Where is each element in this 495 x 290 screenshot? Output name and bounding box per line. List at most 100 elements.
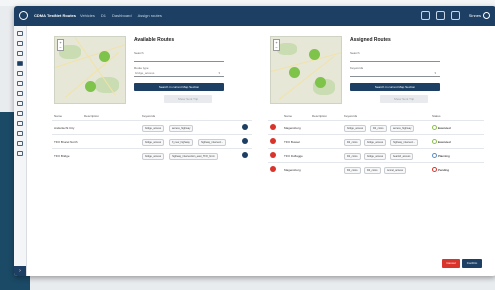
app-window: CDMA TestNet Routes Vehicles D1 Dashboar… xyxy=(14,6,495,276)
table-divider xyxy=(268,148,484,149)
status-icon xyxy=(432,139,437,144)
logo-icon[interactable] xyxy=(19,11,28,20)
sidebar-item-settings[interactable] xyxy=(17,91,23,96)
map-cluster-marker[interactable] xyxy=(309,49,320,60)
keyword-chip: bridge_access xyxy=(344,125,367,132)
status-text: Executed xyxy=(438,125,451,130)
chevron-down-icon: ▾ xyxy=(218,71,220,75)
sidebar-item-home[interactable] xyxy=(17,31,23,36)
remove-route-button[interactable] xyxy=(270,152,276,158)
table-divider xyxy=(268,134,484,135)
available-search-map-button[interactable]: Search in current Map Section xyxy=(134,83,224,91)
available-col-description: Description xyxy=(84,114,100,118)
assigned-search-map-button[interactable]: Search in current Map Section xyxy=(350,83,440,91)
bell-icon[interactable] xyxy=(451,11,460,20)
row-name: TFO Duflagge xyxy=(284,154,303,158)
status-badge: Planning xyxy=(432,153,450,158)
available-filter-select[interactable]: bridge_access ▾ xyxy=(134,69,224,77)
sidebar-item-tasks[interactable] xyxy=(17,131,23,136)
keyword-chip: D2_cross xyxy=(344,139,361,146)
remove-route-button[interactable] xyxy=(270,124,276,130)
keyword-chip: bridge_access xyxy=(364,153,387,160)
keyword-chip: bridge_access xyxy=(364,139,387,146)
settings-icon[interactable] xyxy=(421,11,430,20)
breadcrumb-item[interactable]: Vehicles xyxy=(80,13,95,18)
table-divider xyxy=(52,134,252,135)
sidebar-expand-button[interactable]: › xyxy=(14,266,26,276)
map-zoom-control[interactable]: + − xyxy=(57,39,64,51)
available-show-all-button[interactable]: Show Sent Trip xyxy=(164,95,212,103)
breadcrumb-item[interactable]: D1 xyxy=(101,13,106,18)
sidebar-item-data[interactable] xyxy=(17,141,23,146)
row-name: Magensburg xyxy=(284,168,301,172)
status-text: Planning xyxy=(438,153,450,158)
sidebar-item-reports[interactable] xyxy=(17,81,23,86)
row-name: Magensburg xyxy=(284,126,301,130)
add-route-button[interactable] xyxy=(242,152,248,158)
status-icon xyxy=(432,153,437,158)
available-routes-map[interactable]: + − xyxy=(54,36,126,104)
assigned-col-name: Name xyxy=(284,114,293,118)
keyword-chip: access_highway xyxy=(169,125,194,132)
table-divider xyxy=(52,148,252,149)
keyword-chip: D2_cross xyxy=(370,125,387,132)
keyword-chip: bridge_access xyxy=(142,125,165,132)
keyword-chip: access_highway xyxy=(390,125,415,132)
map-cluster-marker[interactable] xyxy=(315,77,326,88)
assigned-show-all-button[interactable]: Show Sent Trip xyxy=(380,95,428,103)
sidebar-item-help[interactable] xyxy=(17,151,23,156)
assigned-routes-map[interactable]: + − xyxy=(270,36,342,104)
map-cluster-marker[interactable] xyxy=(289,67,300,78)
map-zoom-control[interactable]: + − xyxy=(273,39,280,51)
keyword-chip: highway_intersect... xyxy=(198,139,227,146)
breadcrumb-item[interactable]: Dashboard xyxy=(112,13,132,18)
map-cluster-marker[interactable] xyxy=(99,51,110,62)
keyword-chip: D2_cross xyxy=(344,167,361,174)
keyword-chip: bearish_access xyxy=(390,153,414,160)
status-icon xyxy=(432,167,437,172)
sidebar-item-logs[interactable] xyxy=(17,111,23,116)
remove-route-button[interactable] xyxy=(270,166,276,172)
add-route-button[interactable] xyxy=(242,138,248,144)
sidebar-item-vehicles[interactable] xyxy=(17,41,23,46)
row-name: TFO Bussel xyxy=(284,140,300,144)
add-route-button[interactable] xyxy=(242,124,248,130)
sidebar-item-assign[interactable] xyxy=(17,61,23,66)
keyword-chip: highway_intersection_east_TFO_hmm xyxy=(169,153,218,160)
assigned-col-keywords: Keywords xyxy=(344,114,358,118)
status-badge: Executed xyxy=(432,125,451,130)
sidebar-item-users[interactable] xyxy=(17,101,23,106)
keyword-chip: fl_new_highway xyxy=(169,139,193,146)
keyword-chip: D2_cross xyxy=(364,167,381,174)
keyword-chip: D2_cross xyxy=(344,153,361,160)
top-bar: CDMA TestNet Routes Vehicles D1 Dashboar… xyxy=(14,6,495,26)
available-search-input[interactable] xyxy=(134,54,224,62)
table-divider xyxy=(52,120,252,121)
map-forest xyxy=(277,43,297,55)
keyword-chip: bridge_access xyxy=(142,153,165,160)
sidebar-item-routes[interactable] xyxy=(17,51,23,56)
assigned-search-input[interactable] xyxy=(350,54,440,62)
cancel-button[interactable]: Cancel xyxy=(442,259,460,268)
available-col-name: Name xyxy=(54,114,63,118)
table-divider xyxy=(268,120,484,121)
status-badge: Executed xyxy=(432,139,451,144)
assigned-col-description: Description xyxy=(312,114,328,118)
keyword-chip: tunnel_access xyxy=(384,167,406,174)
assigned-filter-select[interactable]: ▾ xyxy=(350,69,440,77)
status-icon xyxy=(432,125,437,130)
sidebar: › xyxy=(14,26,27,276)
assigned-routes-title: Assigned Routes xyxy=(350,37,391,43)
user-icon xyxy=(483,12,490,19)
status-badge: Pending xyxy=(432,167,449,172)
calendar-icon[interactable] xyxy=(436,11,445,20)
sidebar-item-map[interactable] xyxy=(17,71,23,76)
sidebar-item-alerts[interactable] xyxy=(17,121,23,126)
breadcrumb: Vehicles D1 Dashboard Assign routes xyxy=(80,13,162,18)
user-menu[interactable]: Sinnes xyxy=(469,12,490,19)
row-name: TFO Bridge xyxy=(54,154,70,158)
remove-route-button[interactable] xyxy=(270,138,276,144)
available-filter-value: bridge_access xyxy=(135,71,155,75)
confirm-button[interactable]: Confirm xyxy=(462,259,482,268)
map-cluster-marker[interactable] xyxy=(85,81,96,92)
